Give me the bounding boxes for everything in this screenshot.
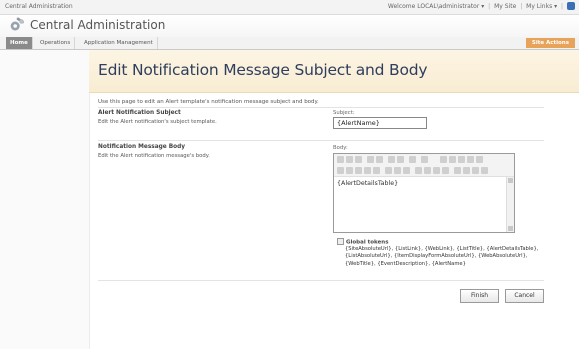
tab-home[interactable]: Home	[6, 37, 33, 49]
site-title[interactable]: Central Administration	[30, 18, 165, 32]
collapse-icon[interactable]	[337, 238, 344, 245]
bullet-list-icon[interactable]	[424, 167, 431, 174]
body-label: Body:	[333, 145, 348, 151]
separator: |	[561, 3, 564, 10]
subject-label: Subject:	[333, 110, 355, 116]
site-header: Central Administration	[0, 15, 579, 37]
separator: |	[520, 3, 523, 10]
numbered-list-icon[interactable]	[415, 167, 422, 174]
editor-scrollbar[interactable]	[506, 177, 514, 232]
table-icon[interactable]	[397, 156, 404, 163]
body-section-description: Edit the Alert notification message's bo…	[98, 153, 210, 159]
subject-section-description: Edit the Alert notification's subject te…	[98, 119, 217, 125]
scroll-down-icon[interactable]	[508, 226, 513, 231]
tab-application-management[interactable]: Application Management	[80, 37, 158, 49]
link-icon[interactable]	[388, 156, 395, 163]
body-rich-text-editor[interactable]: {AlertDetailsTable}	[333, 153, 515, 233]
scroll-up-icon[interactable]	[508, 178, 513, 183]
my-links-menu[interactable]: My Links ▾	[526, 3, 557, 10]
divider	[98, 140, 544, 141]
insert-column-icon[interactable]	[467, 156, 474, 163]
divider	[98, 107, 544, 108]
font-size-icon[interactable]	[346, 167, 353, 174]
insert-row-icon[interactable]	[458, 156, 465, 163]
help-icon[interactable]	[567, 1, 575, 10]
font-size-icon[interactable]	[421, 156, 428, 163]
site-actions-menu[interactable]: Site Actions	[525, 38, 575, 48]
editor-toolbar-row	[334, 165, 514, 177]
tab-operations[interactable]: Operations	[36, 37, 76, 49]
subject-section-title: Alert Notification Subject	[98, 110, 181, 116]
top-bar: Central Administration Welcome LOCAL\adm…	[0, 0, 579, 15]
underline-icon[interactable]	[373, 167, 380, 174]
align-left-icon[interactable]	[385, 167, 392, 174]
undo-icon[interactable]	[367, 156, 374, 163]
body-text[interactable]: {AlertDetailsTable}	[337, 180, 398, 187]
global-tokens-list: {SiteAbsoluteUrl}, {ListLink}, {WebLink}…	[345, 246, 539, 267]
page-title-area: Edit Notification Message Subject and Bo…	[89, 50, 579, 93]
subject-input[interactable]: {AlertName}	[333, 117, 427, 129]
global-tokens-toggle[interactable]: Global tokens	[337, 238, 389, 246]
bold-icon[interactable]	[355, 167, 362, 174]
align-center-icon[interactable]	[394, 167, 401, 174]
insert-image-icon[interactable]	[449, 156, 456, 163]
italic-icon[interactable]	[364, 167, 371, 174]
copy-icon[interactable]	[346, 156, 353, 163]
page-description: Use this page to edit an Alert template'…	[98, 99, 319, 105]
left-navigation	[0, 50, 90, 349]
site-name-link[interactable]: Central Administration	[5, 0, 73, 14]
cancel-button[interactable]: Cancel	[505, 289, 544, 303]
align-right-icon[interactable]	[403, 167, 410, 174]
redo-icon[interactable]	[376, 156, 383, 163]
highlight-icon[interactable]	[463, 167, 470, 174]
outdent-icon[interactable]	[433, 167, 440, 174]
ltr-icon[interactable]	[472, 167, 479, 174]
indent-icon[interactable]	[442, 167, 449, 174]
divider	[98, 280, 544, 281]
paste-icon[interactable]	[355, 156, 362, 163]
rtl-icon[interactable]	[481, 167, 488, 174]
font-color-icon[interactable]	[337, 167, 344, 174]
cut-icon[interactable]	[337, 156, 344, 163]
welcome-menu[interactable]: Welcome LOCAL\administrator ▾	[388, 3, 484, 10]
gear-icon	[10, 17, 25, 31]
top-right-links: Welcome LOCAL\administrator ▾ | My Site …	[386, 0, 575, 14]
global-tokens-heading: Global tokens	[346, 239, 389, 246]
top-nav-tabs: Home Operations Application Management S…	[0, 37, 579, 50]
my-site-link[interactable]: My Site	[494, 3, 516, 10]
insert-table-icon[interactable]	[440, 156, 447, 163]
text-color-icon[interactable]	[454, 167, 461, 174]
merge-cells-icon[interactable]	[476, 156, 483, 163]
separator: |	[488, 3, 491, 10]
page-title: Edit Notification Message Subject and Bo…	[98, 61, 428, 79]
style-icon[interactable]	[409, 156, 416, 163]
body-section-title: Notification Message Body	[98, 144, 186, 150]
finish-button[interactable]: Finish	[460, 289, 499, 303]
